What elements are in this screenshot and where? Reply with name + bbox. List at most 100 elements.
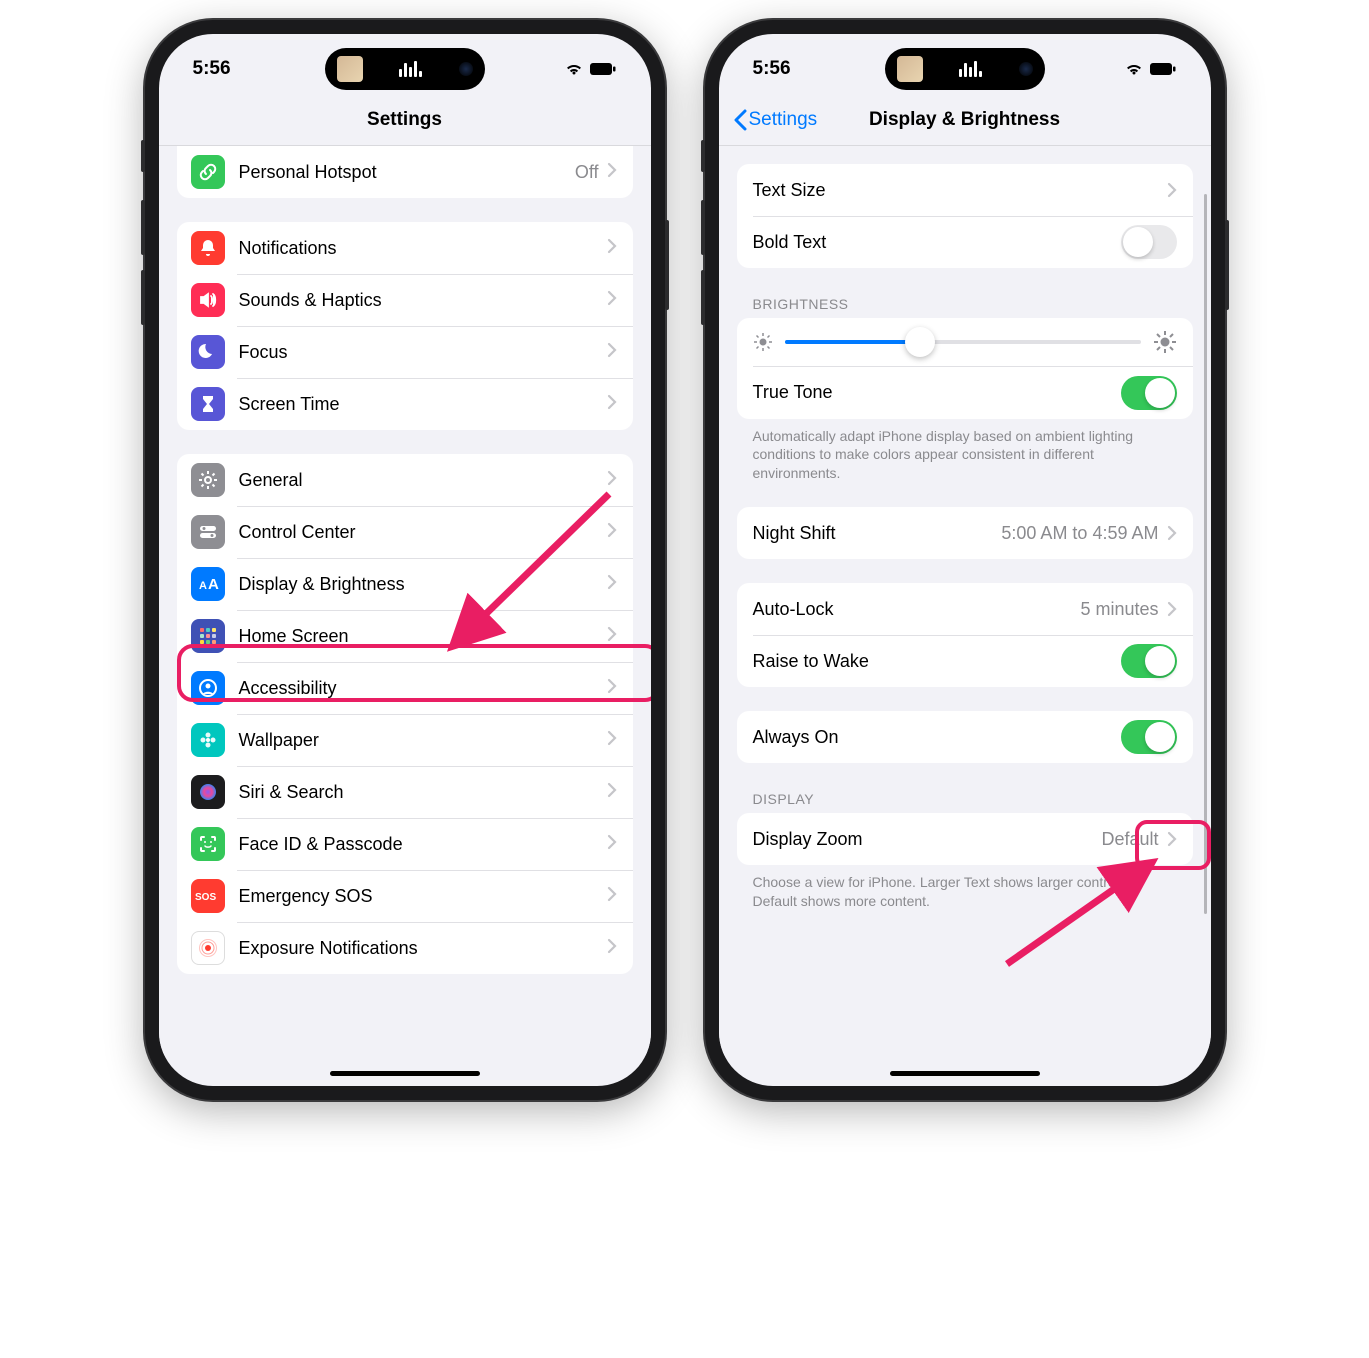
label-exposure-notifications: Exposure Notifications xyxy=(239,938,607,959)
chevron-right-icon xyxy=(607,782,617,803)
nav-bar: Settings Display & Brightness xyxy=(719,94,1211,146)
battery-icon xyxy=(589,62,617,76)
toggle-always-on[interactable] xyxy=(1121,720,1177,754)
phone-left: 5:56 Settings Personal HotspotOff Notific… xyxy=(145,20,665,1100)
home-indicator[interactable] xyxy=(890,1071,1040,1076)
aa-icon: AA xyxy=(191,567,225,601)
label-display-brightness: Display & Brightness xyxy=(239,574,607,595)
chevron-left-icon xyxy=(733,109,747,131)
row-true-tone: True Tone xyxy=(737,367,1193,419)
label-bold-text: Bold Text xyxy=(753,232,1121,253)
back-button[interactable]: Settings xyxy=(733,109,818,131)
row-accessibility[interactable]: Accessibility xyxy=(177,662,633,714)
svg-text:A: A xyxy=(208,576,219,593)
chevron-right-icon xyxy=(1167,601,1177,617)
row-always-on: Always On xyxy=(737,711,1193,763)
chevron-right-icon xyxy=(607,290,617,311)
row-text-size[interactable]: Text Size xyxy=(737,164,1193,216)
row-personal-hotspot[interactable]: Personal HotspotOff xyxy=(177,146,633,198)
nav-bar: Settings xyxy=(159,94,651,146)
content-area[interactable]: Personal HotspotOff Notifications Sounds &… xyxy=(159,146,651,1056)
row-faceid-passcode[interactable]: Face ID & Passcode xyxy=(177,818,633,870)
label-always-on: Always On xyxy=(753,727,1121,748)
label-general: General xyxy=(239,470,607,491)
brightness-high-icon xyxy=(1153,330,1177,354)
toggle-bold-text[interactable] xyxy=(1121,225,1177,259)
status-time: 5:56 xyxy=(193,58,231,80)
svg-text:SOS: SOS xyxy=(195,892,216,903)
brightness-slider[interactable] xyxy=(785,340,1141,344)
person-circle-icon xyxy=(191,671,225,705)
label-faceid-passcode: Face ID & Passcode xyxy=(239,834,607,855)
row-display-brightness[interactable]: AA Display & Brightness xyxy=(177,558,633,610)
phone-right: 5:56 Settings Display & Brightness Text … xyxy=(705,20,1225,1100)
brightness-low-icon xyxy=(753,332,773,352)
row-wallpaper[interactable]: Wallpaper xyxy=(177,714,633,766)
row-control-center[interactable]: Control Center xyxy=(177,506,633,558)
row-siri-search[interactable]: Siri & Search xyxy=(177,766,633,818)
footer-true-tone: Automatically adapt iPhone display based… xyxy=(753,427,1177,484)
hourglass-icon xyxy=(191,387,225,421)
row-display-zoom[interactable]: Display Zoom Default xyxy=(737,813,1193,865)
dynamic-island xyxy=(325,48,485,90)
dynamic-island xyxy=(885,48,1045,90)
chevron-right-icon xyxy=(1167,831,1177,847)
label-personal-hotspot: Personal Hotspot xyxy=(239,162,575,183)
row-emergency-sos[interactable]: SOS Emergency SOS xyxy=(177,870,633,922)
row-focus[interactable]: Focus xyxy=(177,326,633,378)
home-indicator[interactable] xyxy=(330,1071,480,1076)
chevron-right-icon xyxy=(607,730,617,751)
status-time: 5:56 xyxy=(753,58,791,80)
content-area[interactable]: Text Size Bold Text BRIGHTNESS xyxy=(719,146,1211,1056)
label-wallpaper: Wallpaper xyxy=(239,730,607,751)
speaker-icon xyxy=(191,283,225,317)
back-label: Settings xyxy=(749,109,818,131)
label-siri-search: Siri & Search xyxy=(239,782,607,803)
label-screen-time: Screen Time xyxy=(239,394,607,415)
label-auto-lock: Auto-Lock xyxy=(753,599,1081,620)
label-notifications: Notifications xyxy=(239,238,607,259)
section-header-display: DISPLAY xyxy=(753,791,1177,807)
apps-icon xyxy=(191,619,225,653)
row-auto-lock[interactable]: Auto-Lock 5 minutes xyxy=(737,583,1193,635)
nav-title: Settings xyxy=(367,109,442,131)
label-emergency-sos: Emergency SOS xyxy=(239,886,607,907)
row-raise-to-wake: Raise to Wake xyxy=(737,635,1193,687)
row-home-screen[interactable]: Home Screen xyxy=(177,610,633,662)
toggle-true-tone[interactable] xyxy=(1121,376,1177,410)
chevron-right-icon xyxy=(607,626,617,647)
row-general[interactable]: General xyxy=(177,454,633,506)
label-focus: Focus xyxy=(239,342,607,363)
chevron-right-icon xyxy=(607,238,617,259)
row-bold-text: Bold Text xyxy=(737,216,1193,268)
wifi-icon xyxy=(1125,62,1143,76)
chevron-right-icon xyxy=(1167,182,1177,198)
chevron-right-icon xyxy=(607,938,617,959)
toggle-raise-to-wake[interactable] xyxy=(1121,644,1177,678)
label-night-shift: Night Shift xyxy=(753,523,1002,544)
scrollbar[interactable] xyxy=(1204,194,1207,914)
row-screen-time[interactable]: Screen Time xyxy=(177,378,633,430)
value-night-shift: 5:00 AM to 4:59 AM xyxy=(1001,523,1158,544)
label-display-zoom: Display Zoom xyxy=(753,829,1102,850)
footer-display-zoom: Choose a view for iPhone. Larger Text sh… xyxy=(753,873,1177,911)
value-display-zoom: Default xyxy=(1101,829,1158,850)
label-text-size: Text Size xyxy=(753,180,1167,201)
chevron-right-icon xyxy=(607,678,617,699)
label-true-tone: True Tone xyxy=(753,382,1121,403)
wifi-icon xyxy=(565,62,583,76)
flower-icon xyxy=(191,723,225,757)
label-accessibility: Accessibility xyxy=(239,678,607,699)
svg-text:A: A xyxy=(199,580,207,592)
faceid-icon xyxy=(191,827,225,861)
moon-icon xyxy=(191,335,225,369)
label-control-center: Control Center xyxy=(239,522,607,543)
chevron-right-icon xyxy=(607,574,617,595)
row-night-shift[interactable]: Night Shift 5:00 AM to 4:59 AM xyxy=(737,507,1193,559)
row-exposure-notifications[interactable]: Exposure Notifications xyxy=(177,922,633,974)
row-notifications[interactable]: Notifications xyxy=(177,222,633,274)
label-raise-to-wake: Raise to Wake xyxy=(753,651,1121,672)
row-sounds-haptics[interactable]: Sounds & Haptics xyxy=(177,274,633,326)
siri-icon xyxy=(191,775,225,809)
link-icon xyxy=(191,155,225,189)
